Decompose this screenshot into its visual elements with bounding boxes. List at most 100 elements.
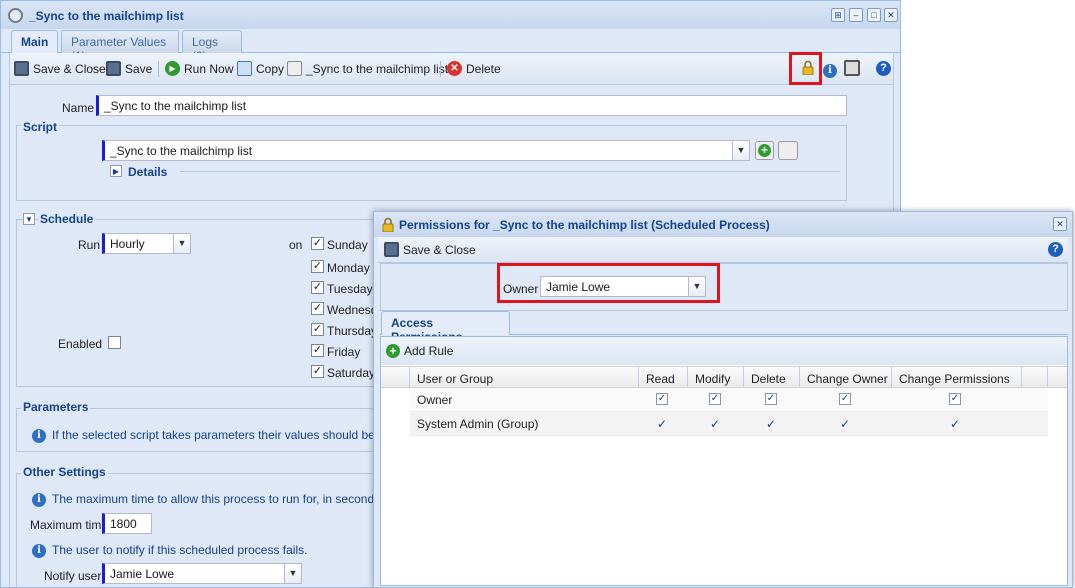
close-button[interactable]: ✕ [1053,217,1067,231]
notify-value: Jamie Lowe [110,567,175,581]
chevron-down-icon[interactable]: ▼ [173,234,190,253]
info-icon: i [32,427,46,443]
add-rule-button[interactable]: + Add Rule [386,344,453,358]
details-label[interactable]: Details [128,165,167,179]
friday-checkbox[interactable]: ✓ [311,344,324,357]
dialog-title: Permissions for _Sync to the mailchimp l… [399,218,770,232]
grid-header: User or Group Read Modify Delete Change … [381,366,1067,389]
read-check-icon[interactable]: ✓ [655,417,669,431]
name-input[interactable]: _Sync to the mailchimp list [96,95,847,116]
enabled-checkbox[interactable] [108,336,121,349]
column-header [1022,367,1048,389]
pin-icon[interactable]: ⊞ [831,8,845,22]
notify-label: Notify user [44,569,102,583]
table-row[interactable]: System Admin (Group) ✓ ✓ ✓ ✓ ✓ [410,412,1048,436]
change-permissions-check-icon[interactable]: ✓ [948,417,962,431]
copy-icon [237,61,252,76]
window-title: _Sync to the mailchimp list [29,9,184,23]
table-row[interactable]: Owner ✓ ✓ ✓ ✓ ✓ [410,388,1048,412]
notify-info-text: The user to notify if this scheduled pro… [52,543,308,557]
delete-check-icon[interactable]: ✓ [764,417,778,431]
delete-button[interactable]: ✕ Delete [447,61,501,76]
copy-button[interactable]: Copy [237,61,284,76]
script-fieldset [16,125,847,201]
dialog-save-close-label: Save & Close [403,242,476,257]
save-button[interactable]: Save [106,61,152,76]
tab-logs[interactable]: Logs (0) [182,30,242,63]
dialog-toolbar: Save & Close ? [378,237,1068,263]
save-close-button[interactable]: Save & Close [14,61,106,76]
column-header[interactable]: Delete [744,367,800,389]
max-time-input[interactable]: 1800 [102,513,152,534]
toolbar-separator [440,61,441,77]
run-value: Hourly [110,237,145,251]
permissions-dialog: Permissions for _Sync to the mailchimp l… [373,211,1073,588]
script-legend: Script [21,120,60,134]
print-icon[interactable] [844,60,860,76]
modify-check-icon[interactable]: ✓ [708,417,722,431]
change-owner-check-icon[interactable]: ✓ [838,417,852,431]
add-rule-label: Add Rule [404,344,454,358]
column-header[interactable]: Read [639,367,688,389]
info-icon: i [32,491,46,507]
day-label: Friday [327,345,361,359]
chevron-down-icon[interactable]: ▼ [732,141,749,160]
column-header[interactable]: Modify [688,367,744,389]
tab-strip: Main Parameter Values (1) Logs (0) [1,29,900,63]
column-header[interactable]: Change Permissions [892,367,1022,389]
add-icon: + [386,344,400,358]
enabled-label: Enabled [58,337,103,351]
notify-user-combo[interactable]: Jamie Lowe ▼ [102,563,302,584]
script-combo[interactable]: _Sync to the mailchimp list ▼ [102,140,750,161]
dialog-tab-strip: Access Permissions [380,311,1068,344]
close-button[interactable]: ✕ [884,8,898,22]
column-header[interactable]: User or Group [410,367,639,389]
owner-highlight [497,263,720,303]
add-icon: + [758,144,771,157]
gear-icon [8,8,23,23]
wednesday-checkbox[interactable]: ✓ [311,302,324,315]
run-now-label: Run Now [184,61,234,76]
details-divider [180,171,840,172]
sunday-checkbox[interactable]: ✓ [311,237,324,250]
tab-parameter-values[interactable]: Parameter Values (1) [61,30,179,63]
lock-icon [382,217,394,233]
saturday-checkbox[interactable]: ✓ [311,365,324,378]
script-link-button[interactable]: _Sync to the mailchimp list [287,61,448,76]
tuesday-checkbox[interactable]: ✓ [311,281,324,294]
delete-checkbox[interactable]: ✓ [765,393,777,405]
add-script-button[interactable]: + [755,141,774,160]
run-combo[interactable]: Hourly ▼ [102,233,191,254]
play-icon: ▶ [165,61,180,76]
window-titlebar: _Sync to the mailchimp list ⊞ – □ ✕ [1,1,900,29]
run-label: Run [78,238,101,252]
script-value: _Sync to the mailchimp list [110,144,253,158]
save-icon [14,61,29,76]
change-permissions-checkbox[interactable]: ✓ [949,393,961,405]
tab-main[interactable]: Main [11,30,58,54]
chevron-down-icon[interactable]: ▼ [284,564,301,583]
dialog-save-close-button[interactable]: Save & Close [384,242,476,257]
help-icon[interactable]: ? [876,61,891,76]
modify-checkbox[interactable]: ✓ [709,393,721,405]
info-icon: i [32,542,46,558]
monday-checkbox[interactable]: ✓ [311,260,324,273]
edit-script-button[interactable] [778,141,798,160]
read-checkbox[interactable]: ✓ [656,393,668,405]
info-icon[interactable]: i [823,62,837,78]
minimize-button[interactable]: – [849,8,863,22]
collapse-icon[interactable]: ▼ [23,213,35,225]
change-owner-checkbox[interactable]: ✓ [839,393,851,405]
script-icon [287,61,302,76]
run-now-button[interactable]: ▶ Run Now [165,61,233,76]
delete-icon: ✕ [447,61,462,76]
script-link-label: _Sync to the mailchimp list [306,61,449,76]
help-icon[interactable]: ? [1048,242,1063,257]
tab-access-permissions[interactable]: Access Permissions [381,311,510,344]
max-time-info-text: The maximum time to allow this process t… [52,492,413,506]
save-icon [106,61,121,76]
expand-icon[interactable]: ▶ [110,165,122,177]
column-header[interactable]: Change Owner [800,367,892,389]
thursday-checkbox[interactable]: ✓ [311,323,324,336]
maximize-button[interactable]: □ [867,8,881,22]
